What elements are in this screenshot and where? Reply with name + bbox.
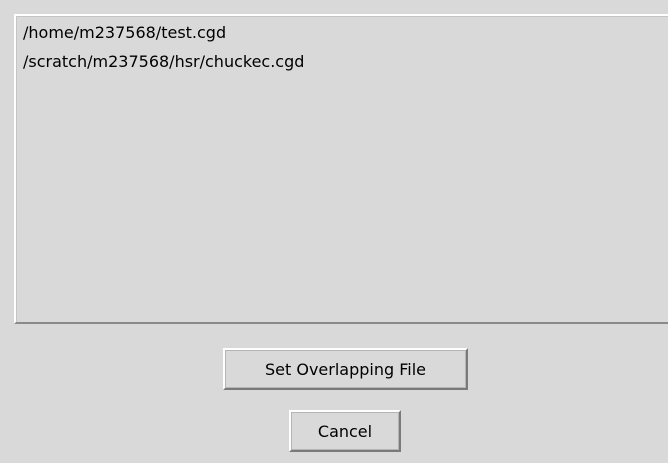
list-item[interactable]: /scratch/m237568/hsr/chuckec.cgd	[23, 52, 304, 72]
listbox-inner: /home/m237568/test.cgd /scratch/m237568/…	[16, 16, 668, 322]
set-overlapping-file-button[interactable]: Set Overlapping File	[223, 348, 468, 390]
cancel-button[interactable]: Cancel	[289, 410, 401, 452]
list-item[interactable]: /home/m237568/test.cgd	[23, 23, 226, 43]
file-listbox[interactable]: /home/m237568/test.cgd /scratch/m237568/…	[14, 14, 668, 324]
dialog-window: /home/m237568/test.cgd /scratch/m237568/…	[0, 0, 668, 463]
